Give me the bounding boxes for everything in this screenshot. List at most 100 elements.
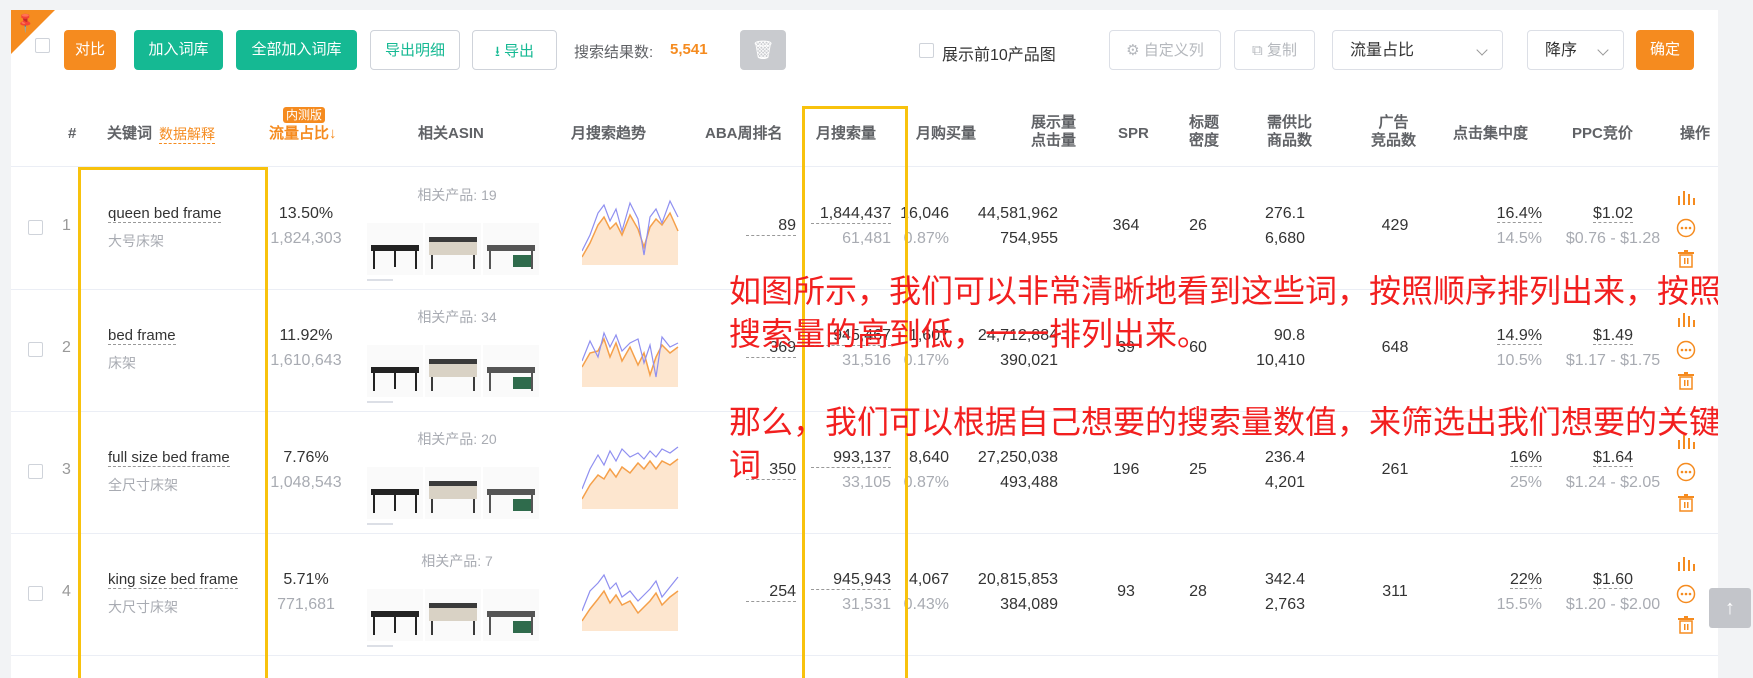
row-checkbox[interactable] bbox=[28, 464, 43, 479]
ad-competitors: 311 bbox=[1382, 583, 1408, 600]
add-all-to-lexicon-button[interactable]: 全部加入词库 bbox=[236, 30, 357, 70]
data-explain-link[interactable]: 数据解释 bbox=[159, 125, 215, 144]
supply-demand-ratio: 342.4 bbox=[1264, 571, 1305, 588]
traffic-share-sub: 1,048,543 bbox=[270, 474, 342, 491]
row-checkbox[interactable] bbox=[28, 220, 43, 235]
carousel-indicator[interactable] bbox=[367, 279, 393, 281]
product-thumbnail[interactable] bbox=[483, 589, 539, 641]
col-supply-ratio[interactable]: 需供比 商品数 bbox=[1267, 114, 1312, 150]
monthly-search-trend-sparkline[interactable] bbox=[582, 439, 682, 509]
carousel-indicator[interactable] bbox=[367, 401, 393, 403]
click-concentration-value[interactable]: 16.4% bbox=[1496, 205, 1542, 223]
click-concentration-sub: 14.5% bbox=[1496, 230, 1542, 247]
product-thumbnail[interactable] bbox=[367, 223, 423, 275]
click-concentration-value[interactable]: 22% bbox=[1509, 571, 1542, 589]
copy-label: 复制 bbox=[1266, 42, 1297, 59]
arrow-up-icon: ↑ bbox=[1725, 597, 1735, 619]
ppc-bid-value[interactable]: $1.02 bbox=[1592, 205, 1634, 223]
trend-area bbox=[582, 213, 678, 265]
product-thumbnail[interactable] bbox=[483, 467, 539, 519]
supply-demand-ratio: 276.1 bbox=[1264, 205, 1305, 222]
ppc-range: $1.20 - $2.00 bbox=[1565, 596, 1661, 613]
carousel-indicator[interactable] bbox=[367, 523, 393, 525]
product-thumbnail[interactable] bbox=[425, 589, 481, 641]
product-thumbnails[interactable] bbox=[367, 345, 542, 397]
chart-icon[interactable] bbox=[1676, 553, 1696, 573]
carousel-indicator[interactable] bbox=[367, 645, 393, 647]
aba-rank[interactable]: 89 bbox=[746, 217, 796, 236]
spr: 364 bbox=[1112, 217, 1140, 234]
ad-competitors: 429 bbox=[1381, 217, 1409, 234]
trash-icon[interactable] bbox=[1676, 493, 1696, 513]
product-thumbnail[interactable] bbox=[483, 345, 539, 397]
annotation-text-2: 那么，我们可以根据自己想要的搜索量数值，来筛选出我们想要的关键词 bbox=[729, 403, 1718, 484]
export-button[interactable]: ⭳ 导出 bbox=[472, 30, 557, 70]
chevron-down-icon bbox=[1597, 44, 1609, 56]
beta-badge: 内测版 bbox=[283, 107, 326, 123]
result-count-label: 搜索结果数: bbox=[574, 44, 654, 61]
sort-field-select[interactable]: 流量占比 bbox=[1332, 30, 1503, 70]
col-spr[interactable]: SPR bbox=[1118, 125, 1149, 143]
custom-columns-button[interactable]: ⚙ 自定义列 bbox=[1109, 30, 1221, 70]
back-to-top-button[interactable]: ↑ bbox=[1709, 588, 1751, 628]
product-thumbnail[interactable] bbox=[425, 467, 481, 519]
row-checkbox[interactable] bbox=[28, 342, 43, 357]
related-products-count[interactable]: 相关产品: 20 bbox=[407, 429, 507, 449]
more-icon[interactable] bbox=[1676, 584, 1696, 604]
export-detail-button[interactable]: 导出明细 bbox=[370, 30, 460, 70]
product-thumbnail[interactable] bbox=[367, 589, 423, 641]
product-thumbnail[interactable] bbox=[425, 345, 481, 397]
product-thumbnails[interactable] bbox=[367, 223, 542, 275]
product-thumbnails[interactable] bbox=[367, 589, 542, 641]
related-products-count[interactable]: 相关产品: 34 bbox=[407, 307, 507, 327]
col-title-density-l1: 标题 bbox=[1189, 114, 1220, 131]
product-thumbnails[interactable] bbox=[367, 467, 542, 519]
product-thumbnail[interactable] bbox=[425, 223, 481, 275]
product-thumbnail[interactable] bbox=[483, 223, 539, 275]
add-to-lexicon-button[interactable]: 加入词库 bbox=[134, 30, 223, 70]
col-ppc[interactable]: PPC竞价 bbox=[1572, 125, 1633, 143]
col-supply-ratio-l1: 需供比 bbox=[1267, 114, 1313, 131]
more-icon[interactable] bbox=[1676, 218, 1696, 238]
compare-button[interactable]: 对比 bbox=[64, 30, 116, 70]
delete-button[interactable]: 🗑 bbox=[740, 30, 786, 70]
col-impressions[interactable]: 展示量 点击量 bbox=[1031, 114, 1076, 150]
trash-icon[interactable] bbox=[1676, 371, 1696, 391]
related-products-count[interactable]: 相关产品: 7 bbox=[407, 551, 507, 571]
confirm-button[interactable]: 确定 bbox=[1636, 30, 1694, 70]
col-keyword: 关键词 bbox=[107, 125, 153, 142]
col-click-concentration[interactable]: 点击集中度 bbox=[1453, 125, 1528, 143]
sort-order-value: 降序 bbox=[1545, 42, 1578, 59]
product-thumbnail[interactable] bbox=[367, 345, 423, 397]
col-traffic-share[interactable]: 流量占比↓ bbox=[269, 125, 337, 143]
select-all-checkbox[interactable] bbox=[35, 38, 50, 53]
monthly-search-trend-sparkline[interactable] bbox=[582, 561, 682, 631]
title-density: 26 bbox=[1189, 217, 1207, 234]
keyword-table-panel: 📌 对比 加入词库 全部加入词库 导出明细 ⭳ 导出 搜索结果数: 5,541 … bbox=[11, 10, 1718, 678]
col-title-density[interactable]: 标题 密度 bbox=[1189, 114, 1219, 150]
ppc-range: $0.76 - $1.28 bbox=[1565, 230, 1661, 247]
sort-order-select[interactable]: 降序 bbox=[1527, 30, 1624, 70]
product-thumbnail[interactable] bbox=[367, 467, 423, 519]
chart-icon[interactable] bbox=[1676, 187, 1696, 207]
aba-rank[interactable]: 254 bbox=[746, 583, 796, 602]
impressions: 44,581,962 bbox=[977, 205, 1058, 222]
col-trend: 月搜索趋势 bbox=[571, 125, 647, 142]
monthly-search-trend-sparkline[interactable] bbox=[582, 195, 682, 265]
traffic-share: 11.92% bbox=[279, 327, 333, 344]
monthly-search-trend-sparkline[interactable] bbox=[582, 317, 682, 387]
related-products-count[interactable]: 相关产品: 19 bbox=[407, 185, 507, 205]
ppc-bid-value[interactable]: $1.60 bbox=[1592, 571, 1634, 589]
trash-icon[interactable] bbox=[1676, 615, 1696, 635]
col-ad-competitors[interactable]: 广告 竞品数 bbox=[1371, 114, 1416, 150]
copy-button[interactable]: ⧉ 复制 bbox=[1234, 30, 1315, 70]
col-title-density-l2: 密度 bbox=[1189, 132, 1220, 149]
col-aba-rank[interactable]: ABA周排名 bbox=[705, 125, 783, 143]
row-checkbox[interactable] bbox=[28, 586, 43, 601]
trash-icon[interactable] bbox=[1676, 249, 1696, 269]
col-monthly-purchase[interactable]: 月购买量 bbox=[916, 125, 976, 143]
traffic-share: 13.50% bbox=[278, 205, 334, 222]
show-top10-checkbox[interactable] bbox=[919, 43, 934, 58]
col-ad-competitors-l1: 广告 bbox=[1378, 114, 1409, 131]
traffic-share: 7.76% bbox=[283, 449, 329, 466]
